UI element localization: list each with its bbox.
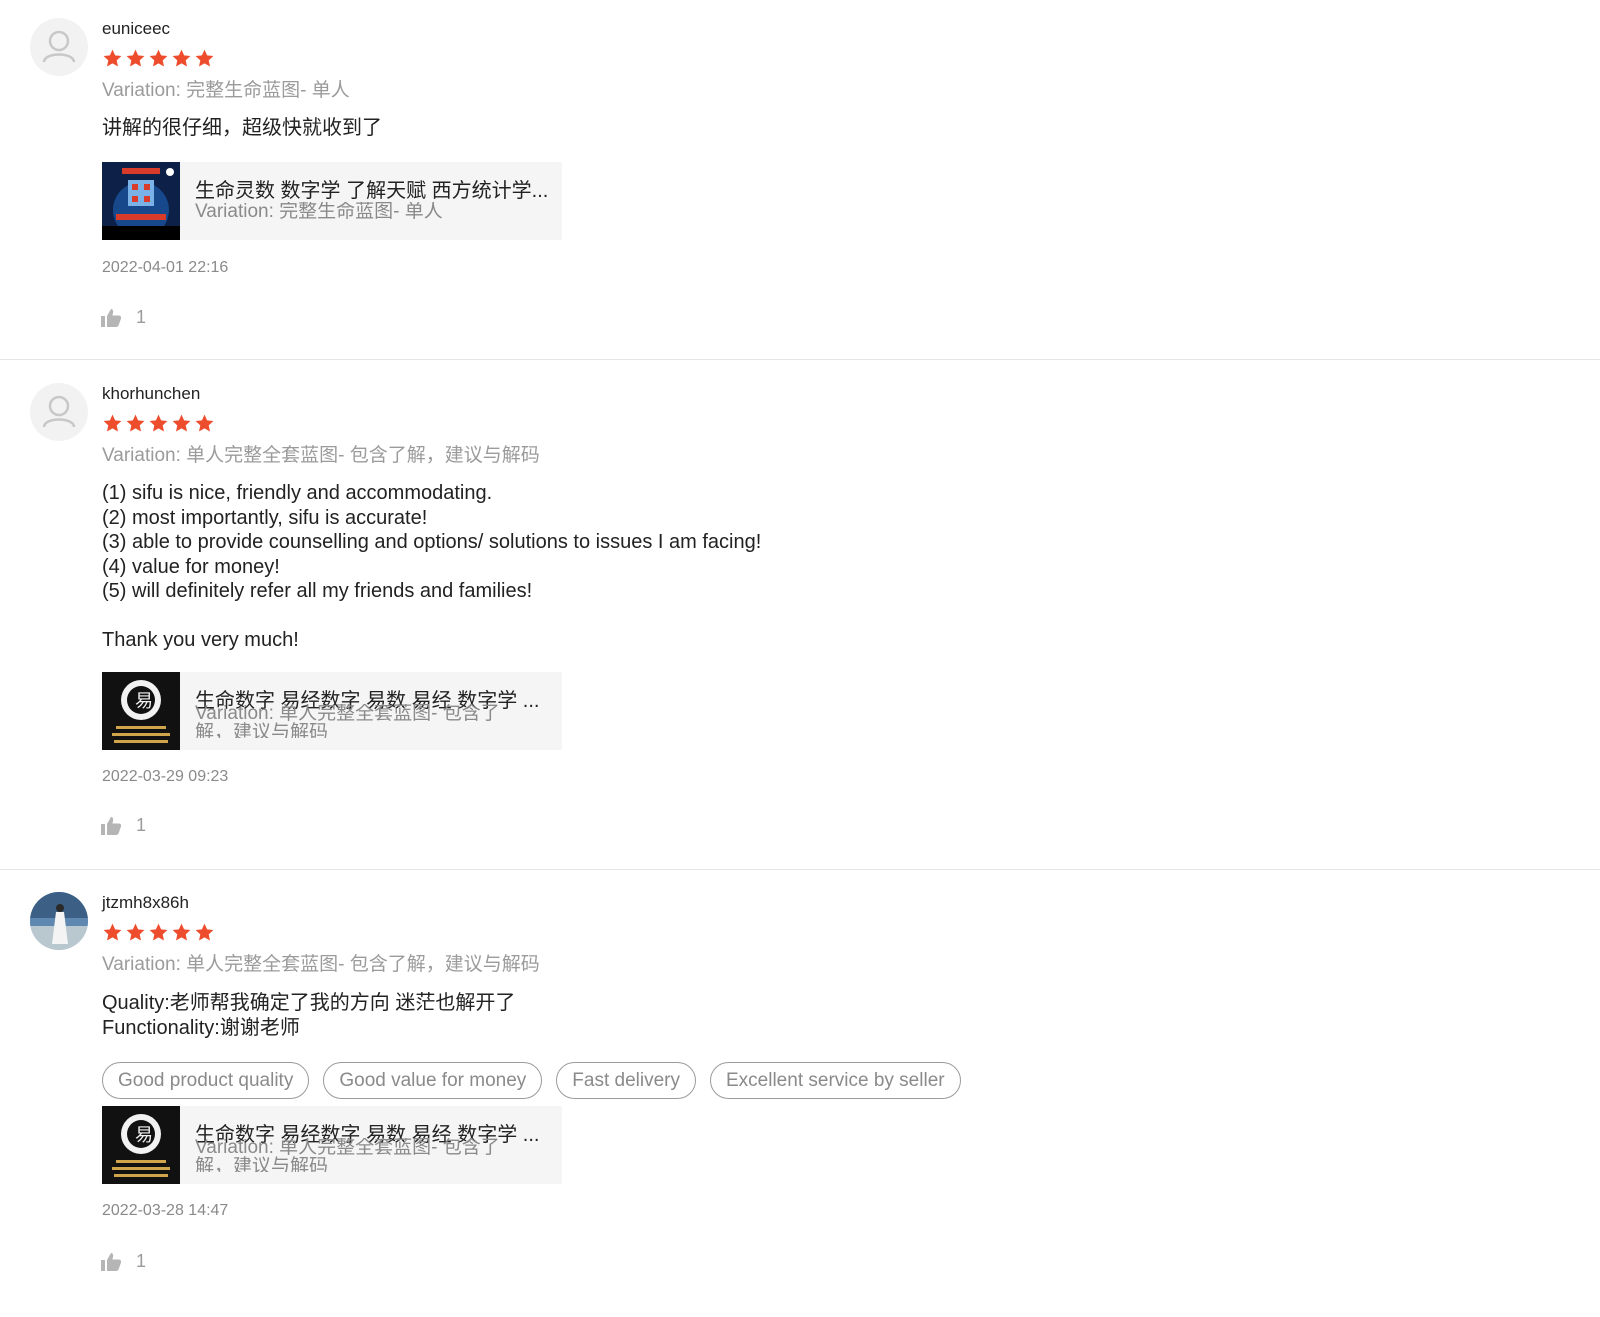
product-variation: Variation: 完整生命蓝图- 单人	[195, 202, 443, 221]
avatar[interactable]	[30, 383, 88, 441]
tag-chip: Good value for money	[323, 1062, 543, 1099]
like-button[interactable]: 1	[100, 815, 146, 836]
product-name: 生命灵数 数字学 了解天赋 西方统计学...	[195, 180, 549, 202]
star-icon	[126, 414, 145, 432]
product-card[interactable]: 生命灵数 数字学 了解天赋 西方统计学... Variation: 完整生命蓝图…	[102, 162, 562, 240]
star-icon	[149, 923, 168, 941]
product-card[interactable]: 易 生命数字 易经数字 易数 易经 数字学 ... Variation: 单人完…	[102, 672, 562, 750]
user-placeholder-icon	[42, 30, 76, 63]
user-photo-avatar	[30, 892, 88, 950]
star-icon	[149, 414, 168, 432]
star-icon	[195, 923, 214, 941]
star-icon	[149, 49, 168, 67]
review-variation: Variation: 单人完整全套蓝图- 包含了解，建议与解码	[102, 954, 540, 975]
product-card[interactable]: 易 生命数字 易经数字 易数 易经 数字学 ... Variation: 单人完…	[102, 1106, 562, 1184]
review-comment: Quality:老师帮我确定了我的方向 迷茫也解开了 Functionality…	[102, 992, 516, 1039]
tag-chip: Fast delivery	[556, 1062, 696, 1099]
star-icon	[126, 923, 145, 941]
star-icon	[172, 414, 191, 432]
like-count: 1	[136, 1251, 147, 1271]
star-rating	[102, 48, 215, 70]
user-placeholder-icon	[42, 395, 76, 428]
yijing-numbers-logo-thumbnail: 易	[102, 672, 180, 750]
thumb-logo-text: 易	[135, 691, 153, 712]
avatar[interactable]	[30, 892, 88, 950]
star-rating	[102, 922, 215, 944]
star-icon	[195, 414, 214, 432]
star-icon	[103, 923, 122, 941]
review-comment: 讲解的很仔细，超级快就收到了	[102, 117, 382, 139]
thumb-logo-text: 易	[135, 1125, 153, 1146]
tag-chip: Good product quality	[102, 1062, 310, 1099]
review-tags: Good product quality Good value for mone…	[102, 1062, 961, 1099]
like-count: 1	[136, 307, 147, 327]
star-icon	[126, 49, 145, 67]
star-icon	[172, 49, 191, 67]
product-thumbnail	[102, 162, 180, 240]
product-thumbnail: 易	[102, 1106, 180, 1184]
review-divider	[0, 359, 1600, 360]
reviewer-username: khorhunchen	[102, 384, 201, 403]
avatar[interactable]	[30, 18, 88, 76]
review-comment: (1) sifu is nice, friendly and accommoda…	[102, 482, 762, 651]
review-divider	[0, 869, 1600, 870]
star-rating	[102, 413, 215, 435]
reviewer-username: euniceec	[102, 19, 171, 38]
like-button[interactable]: 1	[100, 307, 146, 328]
yijing-numbers-logo-thumbnail: 易	[102, 1106, 180, 1184]
product-thumbnail: 易	[102, 672, 180, 750]
product-variation: Variation: 单人完整全套蓝图- 包含了解，建议与解码	[195, 704, 500, 738]
thumbs-up-icon	[101, 1252, 122, 1271]
thumbs-up-icon	[101, 816, 122, 835]
review-date: 2022-03-28 14:47	[102, 1202, 229, 1219]
tag-chip: Excellent service by seller	[710, 1062, 961, 1099]
review-date: 2022-04-01 22:16	[102, 259, 229, 276]
star-icon	[195, 49, 214, 67]
product-variation: Variation: 单人完整全套蓝图- 包含了解，建议与解码	[195, 1138, 500, 1172]
reviewer-username: jtzmh8x86h	[102, 893, 189, 912]
star-icon	[103, 414, 122, 432]
star-icon	[172, 923, 191, 941]
review-date: 2022-03-29 09:23	[102, 768, 229, 785]
like-count: 1	[136, 815, 147, 835]
numerology-book-cover-thumbnail	[102, 162, 180, 240]
review-variation: Variation: 单人完整全套蓝图- 包含了解，建议与解码	[102, 445, 540, 466]
thumbs-up-icon	[101, 308, 122, 327]
star-icon	[103, 49, 122, 67]
like-button[interactable]: 1	[100, 1251, 146, 1272]
review-variation: Variation: 完整生命蓝图- 单人	[102, 80, 350, 101]
